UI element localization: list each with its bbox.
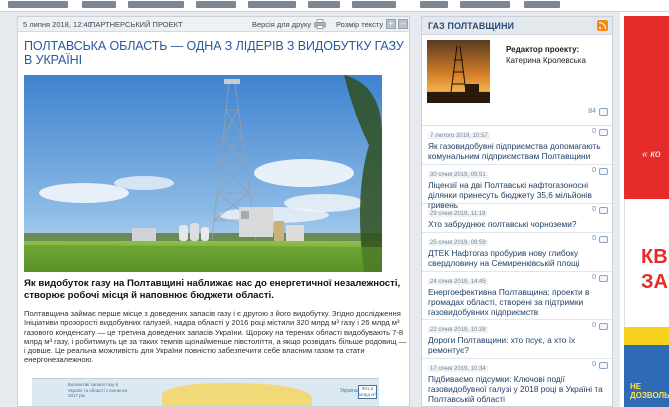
ad-yellow-strip <box>624 327 669 345</box>
article-lead: Як видобуток газу на Полтавщині наближає… <box>24 278 401 301</box>
news-title[interactable]: ДТЕК Нафтогаз пробурив нову глибоку свер… <box>428 248 606 268</box>
news-title[interactable]: Підбиваємо підсумки: Ключові події газов… <box>428 374 606 404</box>
font-increase-button[interactable]: + <box>386 19 396 29</box>
news-comment-count: 0 <box>592 322 596 329</box>
news-date: 24 січня 2019, 14:45 <box>428 279 488 285</box>
news-comment-count: 0 <box>592 167 596 174</box>
news-item[interactable]: 22 січня 2019, 10:38 0 Дороги Полтавщини… <box>422 320 612 359</box>
nav-link[interactable] <box>352 1 396 8</box>
news-date: 7 лютого 2019, 10:57 <box>428 133 490 139</box>
comment-icon[interactable] <box>599 108 608 116</box>
rss-icon[interactable] <box>597 20 608 31</box>
infographic-gas-reserves: Балансові запаси газу в Україні та облас… <box>32 378 379 406</box>
news-comment-count: 0 <box>592 361 596 368</box>
sidebar-title[interactable]: ГАЗ ПОЛТАВЩИНИ <box>428 21 514 31</box>
nav-link[interactable] <box>248 1 296 8</box>
news-comment-count: 0 <box>592 128 596 135</box>
article-meta-bar: 5 липня 2018, 12:40 ПАРТНЕРСЬКИЙ ПРОЕКТ … <box>18 17 409 32</box>
nav-link[interactable] <box>524 1 560 8</box>
sidebar-header: ГАЗ ПОЛТАВЩИНИ <box>422 17 612 35</box>
news-item[interactable]: 30 січня 2019, 09:51 0 Ліцензії на дві П… <box>422 165 612 210</box>
ad-red-block[interactable]: « ко <box>624 16 669 199</box>
print-version-link[interactable]: Версія для друку <box>252 20 311 29</box>
news-item[interactable]: 25 січня 2019, 09:59 0 ДТЕК Нафтогаз про… <box>422 233 612 272</box>
editor-block: Редактор проекту: Катерина Кролевська 84 <box>422 35 612 126</box>
editor-comment-count: 84 <box>588 108 596 115</box>
map-of-ukraine <box>162 383 312 406</box>
printer-icon[interactable] <box>314 19 326 29</box>
nav-link[interactable] <box>460 1 510 8</box>
nav-link[interactable] <box>308 1 340 8</box>
nav-link[interactable] <box>420 1 448 8</box>
news-date: 25 січня 2019, 09:59 <box>428 240 488 246</box>
comment-icon[interactable] <box>599 323 608 330</box>
nav-link[interactable] <box>82 1 116 8</box>
news-date: 22 січня 2019, 10:38 <box>428 327 488 333</box>
comment-icon[interactable] <box>599 362 608 369</box>
article-title: ПОЛТАВСЬКА ОБЛАСТЬ — ОДНА З ЛІДЕРІВ З ВИ… <box>24 39 404 67</box>
article-tag[interactable]: ПАРТНЕРСЬКИЙ ПРОЕКТ <box>90 20 183 29</box>
ad-white-block[interactable]: КВ ЗА <box>624 199 669 327</box>
editor-name[interactable]: Катерина Кролевська <box>506 56 586 65</box>
news-title[interactable]: Як газовидобувні підприємства допомагают… <box>428 141 606 161</box>
ad-text: НЕ ДОЗВОЛЬ <box>630 382 669 400</box>
news-item[interactable]: 24 січня 2019, 14:45 0 Енергоефективна П… <box>422 272 612 320</box>
editor-label: Редактор проекту: <box>506 45 580 54</box>
ad-blue-block[interactable]: НЕ ДОЗВОЛЬ <box>624 327 669 407</box>
news-comment-count: 0 <box>592 206 596 213</box>
news-item[interactable]: 7 лютого 2019, 10:57 0 Як газовидобувні … <box>422 126 612 165</box>
font-size-label: Розмір тексту <box>336 20 384 29</box>
font-decrease-button[interactable]: – <box>398 19 408 29</box>
nav-link[interactable] <box>196 1 236 8</box>
ad-text: КВ <box>641 246 668 268</box>
news-title[interactable]: Хто забруднює полтавські чорноземи? <box>428 219 606 229</box>
sidebar-gas-poltava: ГАЗ ПОЛТАВЩИНИ Редактор проекту: Катерин… <box>421 16 613 407</box>
news-date: 29 січня 2019, 11:19 <box>428 211 488 217</box>
nav-link[interactable] <box>8 1 68 8</box>
article-panel: 5 липня 2018, 12:40 ПАРТНЕРСЬКИЙ ПРОЕКТ … <box>17 16 410 407</box>
advertisement-banner[interactable]: « ко КВ ЗА НЕ ДОЗВОЛЬ <box>624 16 669 407</box>
editor-thumbnail[interactable] <box>427 40 490 103</box>
news-title[interactable]: Дороги Полтавщини: хто псує, а хто їх ре… <box>428 335 606 355</box>
ad-text: ЗА <box>641 271 668 293</box>
news-date: 17 січня 2019, 10:34 <box>428 366 488 372</box>
comment-icon[interactable] <box>599 275 608 282</box>
comment-icon[interactable] <box>599 207 608 214</box>
article-body: Полтавщина займає перше місце з доведени… <box>24 309 407 365</box>
top-navigation-bar <box>0 0 669 12</box>
comment-icon[interactable] <box>599 129 608 136</box>
ad-text: « ко <box>642 149 661 160</box>
infographic-country-label: Україна <box>340 388 358 394</box>
news-comment-count: 0 <box>592 235 596 242</box>
infographic-caption: Балансові запаси газу в Україні та облас… <box>68 382 128 398</box>
news-title[interactable]: Енергоефективна Полтавщина: проекти в гр… <box>428 287 606 317</box>
nav-link[interactable] <box>128 1 184 8</box>
news-comment-count: 0 <box>592 274 596 281</box>
news-date: 30 січня 2019, 09:51 <box>428 172 488 178</box>
rig-sunset-image <box>427 40 490 103</box>
infographic-value-badge: 901,6 млрд м³ <box>358 385 377 399</box>
news-item[interactable]: 17 січня 2019, 10:34 0 Підбиваємо підсум… <box>422 359 612 406</box>
news-item[interactable]: 29 січня 2019, 11:19 0 Хто забруднює пол… <box>422 204 612 233</box>
comment-icon[interactable] <box>599 168 608 175</box>
article-photo <box>24 75 382 272</box>
comment-icon[interactable] <box>599 236 608 243</box>
drilling-rig-photo <box>24 75 382 272</box>
article-date: 5 липня 2018, 12:40 <box>23 20 92 29</box>
news-list: 7 лютого 2019, 10:57 0 Як газовидобувні … <box>422 126 612 406</box>
